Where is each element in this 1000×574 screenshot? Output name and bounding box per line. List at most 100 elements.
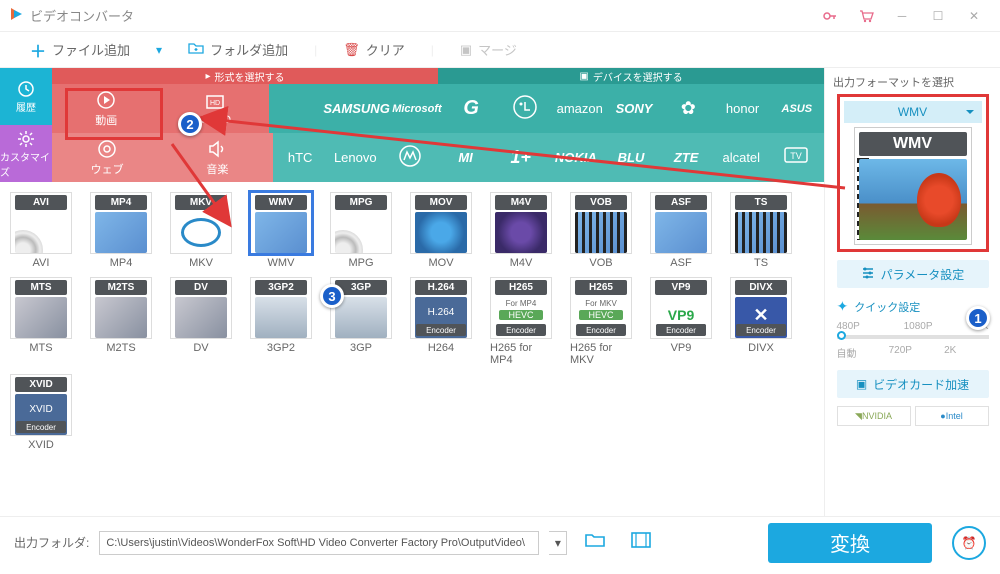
maximize-button[interactable]: ☐ (920, 0, 956, 32)
convert-button[interactable]: 変換 (768, 523, 932, 563)
brand-nokia[interactable]: NOKIA (548, 133, 603, 182)
category-video[interactable]: 動画 (52, 84, 161, 133)
brand-microsoft[interactable]: Microsoft (390, 84, 444, 133)
brand-tv[interactable]: TV (769, 133, 824, 182)
category-web[interactable]: ウェブ (52, 133, 162, 182)
chrome-icon (97, 139, 117, 159)
format-3gp[interactable]: 3GP3GP (330, 277, 392, 366)
format-label: DV (193, 342, 208, 354)
gear-icon (16, 129, 36, 149)
brand-lg[interactable] (498, 84, 552, 133)
nvidia-tag: ◥ NVIDIA (837, 406, 911, 426)
format-h264[interactable]: H.264H.264EncoderEncoderH264 (410, 277, 472, 366)
brand-oneplus[interactable]: 1+ (493, 133, 548, 182)
brand-moto[interactable] (383, 133, 438, 182)
format-tab[interactable]: ▸ 形式を選択する (52, 68, 438, 84)
format-label: MOV (428, 257, 453, 269)
play-circle-icon (96, 90, 116, 110)
chip-icon: ▣ (856, 377, 867, 391)
format-h265-for-mkv[interactable]: H265For MKVHEVCEncoderH265 for MKV (570, 277, 632, 366)
format-label: ASF (670, 257, 691, 269)
dropdown-caret-icon[interactable]: ▾ (156, 43, 162, 57)
format-asf[interactable]: ASFASF (650, 192, 712, 269)
brand-amazon[interactable]: amazon (553, 84, 607, 133)
trash-icon: 🗑 (343, 42, 360, 58)
format-ts[interactable]: TSTS (730, 192, 792, 269)
quick-settings-label: ✦クイック設定 (837, 298, 989, 315)
main-area: 履歴 カスタマイズ ▸ 形式を選択する ▣ デバイスを選択する 動画 HD4K/… (0, 68, 1000, 516)
brand-alcatel[interactable]: alcatel (714, 133, 769, 182)
gpu-accel-button[interactable]: ▣ビデオカード加速 (837, 370, 989, 398)
selected-format-box[interactable]: WMV WMV (837, 94, 989, 252)
clear-label: クリア (366, 40, 405, 59)
category-4khd[interactable]: HD4K/HD (161, 84, 270, 133)
clock-icon: ⏰ (962, 536, 977, 550)
clear-button[interactable]: 🗑 クリア (343, 40, 405, 59)
format-label: TS (754, 257, 768, 269)
brand-zte[interactable]: ZTE (659, 133, 714, 182)
cart-icon[interactable] (848, 0, 884, 32)
lg-icon (512, 94, 538, 123)
format-xvid[interactable]: XVIDXVIDEncoderEncoderXVID (10, 374, 72, 451)
brand-samsung[interactable]: SAMSUNG (323, 84, 389, 133)
format-m2ts[interactable]: M2TSM2TS (90, 277, 152, 366)
format-label: XVID (28, 439, 54, 451)
output-folder-dropdown[interactable]: ▾ (549, 531, 567, 555)
film-icon[interactable] (631, 532, 651, 553)
add-file-button[interactable]: ＋ファイル追加 (30, 38, 130, 62)
format-label: DIVX (748, 342, 774, 354)
quality-row-1: 480P1080P4K (837, 321, 989, 332)
format-mkv[interactable]: MKVMKV (170, 192, 232, 269)
quality-row-2: 自動720P2K (837, 345, 989, 360)
brand-xiaomi[interactable]: MI (438, 133, 493, 182)
format-divx[interactable]: DIVX✕EncoderEncoderDIVX (730, 277, 792, 366)
merge-icon: ▣ (460, 42, 472, 58)
history-button[interactable]: 履歴 (0, 68, 52, 125)
format-mts[interactable]: MTSMTS (10, 277, 72, 366)
format-label: H264 (428, 342, 454, 354)
brand-blu[interactable]: BLU (603, 133, 658, 182)
svg-text:HD: HD (210, 100, 220, 107)
format-label: MPG (348, 257, 373, 269)
brand-asus[interactable]: ASUS (770, 84, 824, 133)
parameter-settings-button[interactable]: パラメータ設定 (837, 260, 989, 288)
brand-huawei[interactable]: ✿ (661, 84, 715, 133)
format-label: VOB (589, 257, 612, 269)
customize-button[interactable]: カスタマイズ (0, 125, 52, 182)
minimize-button[interactable]: ─ (884, 0, 920, 32)
format-h265-for-mp4[interactable]: H265For MP4HEVCEncoderH265 for MP4 (490, 277, 552, 366)
format-mov[interactable]: MOVMOV (410, 192, 472, 269)
merge-button: ▣ マージ (460, 40, 517, 59)
format-dv[interactable]: DVDV (170, 277, 232, 366)
open-folder-icon[interactable] (585, 532, 605, 553)
selected-format-dropdown[interactable]: WMV (844, 101, 982, 123)
format-wmv[interactable]: WMVWMV (250, 192, 312, 269)
format-3gp2[interactable]: 3GP23GP2 (250, 277, 312, 366)
brand-google[interactable]: G (444, 84, 498, 133)
category-audio[interactable]: 音楽 (162, 133, 272, 182)
toolbar: ＋ファイル追加 ▾ フォルダ追加 | 🗑 クリア | ▣ マージ (0, 32, 1000, 68)
format-mpg[interactable]: MPGMPG (330, 192, 392, 269)
key-icon[interactable] (812, 0, 848, 32)
brand-sony[interactable]: SONY (607, 84, 661, 133)
format-avi[interactable]: AVIAVI (10, 192, 72, 269)
footer: 出力フォルダ: ▾ 変換 ⏰ (0, 516, 1000, 568)
brand-lenovo[interactable]: Lenovo (328, 133, 383, 182)
format-vp9[interactable]: VP9VP9EncoderEncoderVP9 (650, 277, 712, 366)
output-folder-input[interactable] (99, 531, 539, 555)
add-folder-label: フォルダ追加 (210, 40, 288, 59)
device-tab[interactable]: ▣ デバイスを選択する (438, 68, 824, 84)
format-vob[interactable]: VOBVOB (570, 192, 632, 269)
brand-apple[interactable] (269, 84, 323, 133)
close-button[interactable]: ✕ (956, 0, 992, 32)
brand-htc[interactable]: hTC (273, 133, 328, 182)
format-m4v[interactable]: M4VM4V (490, 192, 552, 269)
add-folder-button[interactable]: フォルダ追加 (188, 40, 288, 59)
timer-button[interactable]: ⏰ (952, 526, 986, 560)
sliders-icon (861, 266, 875, 283)
format-mp4[interactable]: MP4MP4 (90, 192, 152, 269)
brand-honor[interactable]: honor (715, 84, 769, 133)
quality-slider[interactable] (837, 335, 989, 339)
format-label: H265 for MKV (570, 342, 632, 366)
app-logo-icon (8, 6, 24, 25)
